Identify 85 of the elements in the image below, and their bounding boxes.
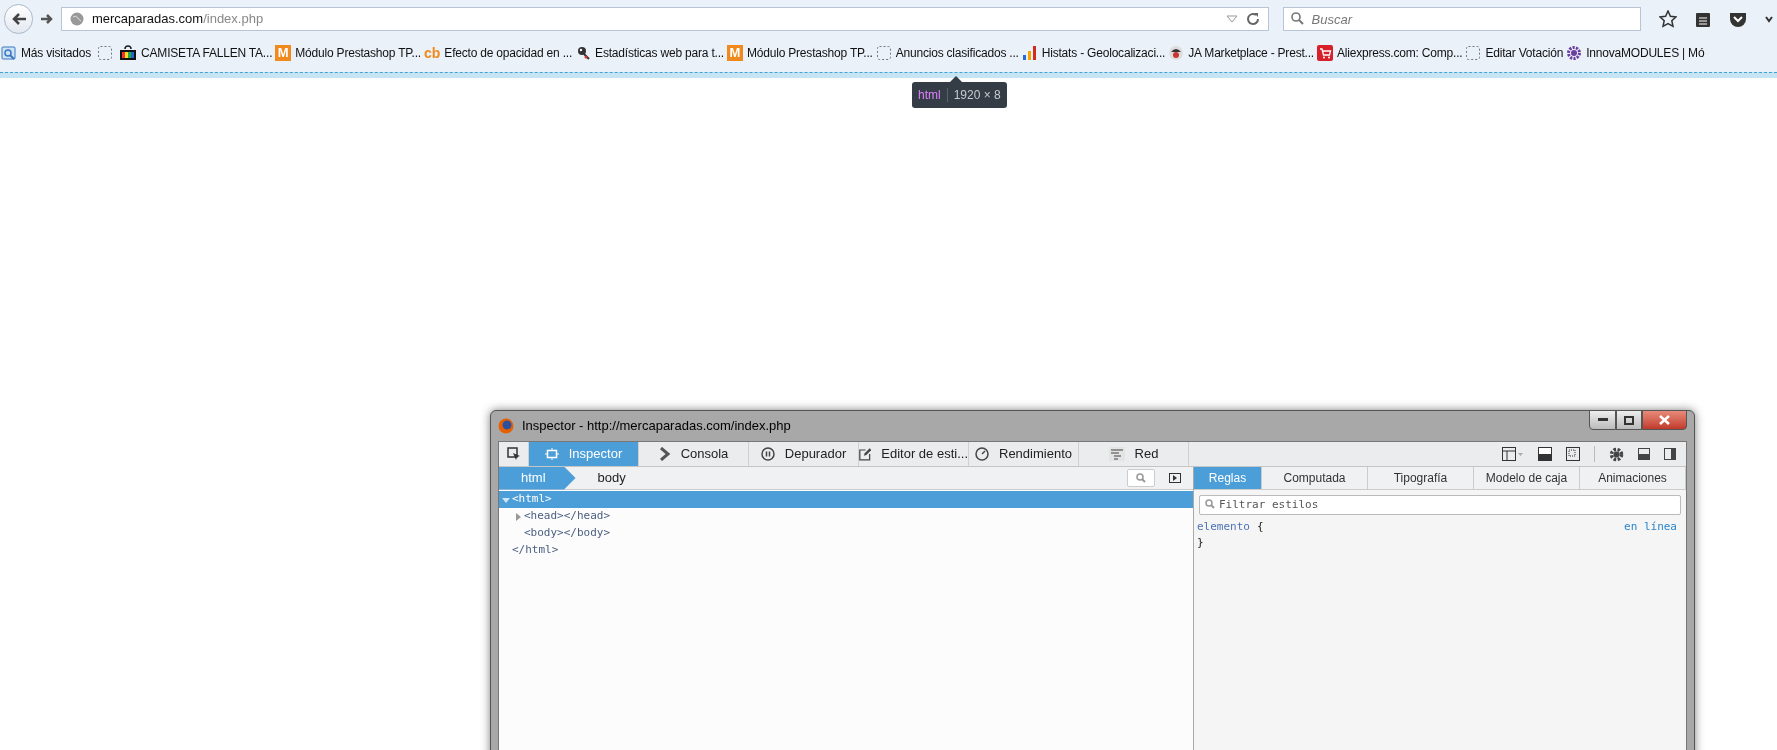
- reload-icon[interactable]: [1245, 12, 1260, 26]
- devtools-tab[interactable]: Depurador: [749, 442, 859, 466]
- markup-tag: <html>: [512, 491, 552, 508]
- url-field[interactable]: mercaparadas.com/index.php: [60, 7, 1269, 31]
- right-arrow-icon: [40, 13, 55, 25]
- logo-icon: M: [726, 45, 743, 61]
- rule-selector: elemento: [1197, 519, 1250, 535]
- bookmark-item[interactable]: InnovaMODULES | Mó: [1566, 42, 1705, 64]
- tooltip-tag: html: [918, 86, 941, 104]
- sidebar-tab[interactable]: Modelo de caja: [1474, 467, 1580, 489]
- devtools-tab[interactable]: Rendimiento: [969, 442, 1079, 466]
- bookmark-item[interactable]: Estadísticas web para t...: [575, 42, 724, 64]
- page-icon: [875, 45, 892, 61]
- globe-icon: [69, 12, 84, 26]
- clipboard-icon[interactable]: [1695, 10, 1711, 28]
- cart-icon: [1317, 45, 1333, 61]
- bookmark-item[interactable]: Editar Votación: [1465, 42, 1564, 64]
- bookmark-item[interactable]: Histats - Geolocalizaci...: [1021, 42, 1166, 64]
- console-icon[interactable]: [1538, 447, 1552, 461]
- gear-icon: [1566, 45, 1583, 61]
- left-arrow-icon: [10, 12, 27, 26]
- search-icon: [1136, 473, 1146, 483]
- dropdown-arrow-icon[interactable]: [1225, 15, 1238, 23]
- chevron-icon: [658, 447, 671, 461]
- rule-source-link[interactable]: en línea: [1624, 519, 1677, 535]
- maximize-button[interactable]: [1616, 410, 1642, 430]
- sidebar-toggle-icon[interactable]: [1169, 473, 1181, 483]
- dock-bottom-icon[interactable]: [1638, 448, 1650, 460]
- markup-node[interactable]: <body></body>: [499, 525, 1193, 542]
- collapsed-twisty-icon[interactable]: [513, 511, 523, 522]
- markup-tag: <body></body>: [524, 525, 611, 542]
- bookmark-item[interactable]: Más visitados: [1, 42, 92, 64]
- minimize-icon: [1597, 418, 1608, 422]
- markup-tag: <head></head>: [524, 508, 611, 525]
- restore-icon: [1624, 415, 1634, 425]
- layout-icon[interactable]: [1502, 447, 1524, 461]
- dock-side-icon[interactable]: [1664, 448, 1676, 460]
- close-button[interactable]: [1642, 410, 1687, 430]
- cursor-icon: [506, 447, 521, 461]
- firefox-logo-icon: [498, 418, 514, 434]
- devtools-tab[interactable]: Editor de esti...: [859, 442, 969, 466]
- bookmark-item[interactable]: Anuncios clasificados ...: [875, 42, 1019, 64]
- search-field[interactable]: Buscar: [1282, 7, 1641, 31]
- window-title: Inspector - http://mercaparadas.com/index.php: [522, 417, 791, 436]
- page-icon: [1465, 45, 1482, 61]
- bookmark-item[interactable]: M Módulo Prestashop TP...: [726, 42, 873, 64]
- filter-field[interactable]: Filtrar estilos: [1199, 494, 1681, 515]
- tooltip-size: 1920 × 8: [953, 87, 1001, 104]
- devtools-tab[interactable]: Consola: [639, 442, 749, 466]
- rule-brace: }: [1197, 536, 1204, 549]
- bookmark-item[interactable]: JA Marketplace - Prest...: [1168, 42, 1314, 64]
- bookmark-item[interactable]: Aliexpress.com: Comp...: [1317, 42, 1463, 64]
- pocket-icon[interactable]: [1729, 11, 1747, 27]
- edit-icon: [859, 446, 872, 462]
- markup-tag: </html>: [512, 542, 559, 559]
- bookmark-item[interactable]: M Módulo Prestashop TP...: [275, 42, 421, 64]
- rule-brace: {: [1257, 519, 1264, 535]
- search-icon: [1290, 12, 1304, 25]
- frame-icon: [544, 448, 559, 460]
- devtools-tab[interactable]: Red: [1079, 442, 1189, 466]
- shopping-bag-icon: [119, 45, 138, 61]
- markup-node[interactable]: <head></head>: [499, 508, 1193, 525]
- sidebar-tab[interactable]: Computada: [1262, 467, 1368, 489]
- bar-chart-icon: [1021, 45, 1038, 61]
- gauge-icon: [975, 447, 989, 461]
- back-button[interactable]: [4, 4, 34, 34]
- bookmark-item[interactable]: CAMISETA FALLEN TA...: [119, 42, 273, 64]
- screenshot-icon[interactable]: [1566, 447, 1580, 461]
- breadcrumb[interactable]: body: [575, 466, 648, 490]
- sidebar-tab[interactable]: Tipografía: [1368, 467, 1474, 489]
- caret-icon[interactable]: [1765, 14, 1773, 24]
- sidebar-tab[interactable]: Animaciones: [1580, 467, 1686, 489]
- pause-icon: [760, 447, 775, 461]
- bookmarks-library-icon: [1, 45, 17, 61]
- logo-icon: cb: [424, 45, 441, 61]
- close-icon: [1659, 415, 1670, 425]
- search-icon: [1205, 499, 1215, 509]
- minimize-button[interactable]: [1589, 410, 1616, 430]
- search-button[interactable]: [1127, 469, 1155, 487]
- logo-icon: M: [275, 45, 292, 61]
- bookmark-item[interactable]: cb Efecto de opacidad en ...: [424, 42, 573, 64]
- star-icon[interactable]: [1659, 10, 1677, 28]
- network-icon: [1108, 447, 1125, 461]
- settings-icon[interactable]: [1609, 446, 1624, 462]
- page-icon[interactable]: [97, 45, 114, 61]
